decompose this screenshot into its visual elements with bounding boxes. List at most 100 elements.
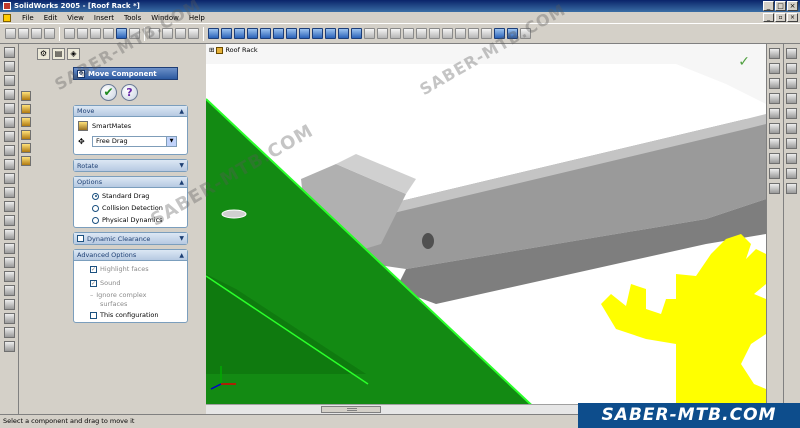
redo-icon[interactable] — [129, 28, 140, 39]
minimize-button[interactable]: _ — [763, 1, 774, 11]
curve-icon[interactable] — [4, 299, 15, 310]
menu-help[interactable]: Help — [184, 14, 210, 22]
expand-tree-icon[interactable]: ⊞ — [209, 46, 214, 54]
construction-icon[interactable] — [786, 183, 797, 194]
point-sketch-icon[interactable] — [786, 93, 797, 104]
shell-icon[interactable] — [4, 173, 15, 184]
rotate-component-icon[interactable] — [21, 130, 31, 140]
collapse-icon[interactable]: ▲ — [179, 179, 184, 186]
mirror-icon[interactable] — [4, 229, 15, 240]
mirror-sketch-icon[interactable] — [786, 153, 797, 164]
draft-icon[interactable] — [4, 201, 15, 212]
hidden-lines-icon[interactable] — [468, 28, 479, 39]
line-icon[interactable] — [769, 48, 780, 59]
menu-file[interactable]: File — [17, 14, 39, 22]
physical-dynamics-radio[interactable] — [92, 216, 99, 224]
insert-component-icon[interactable] — [21, 91, 31, 101]
undo-icon[interactable] — [116, 28, 127, 39]
print-icon[interactable] — [44, 28, 55, 39]
hole-icon[interactable] — [4, 215, 15, 226]
dynamic-clearance-header[interactable]: Dynamic Clearance ▼ — [74, 233, 187, 244]
spline-icon[interactable] — [769, 108, 780, 119]
menu-window[interactable]: Window — [146, 14, 184, 22]
view-normal-icon[interactable] — [299, 28, 310, 39]
rotate-view-icon[interactable] — [429, 28, 440, 39]
trim-icon[interactable] — [769, 123, 780, 134]
ignore-complex-option[interactable]: – Ignore complex — [78, 290, 183, 299]
add-relation-icon[interactable] — [786, 48, 797, 59]
property-manager-tab-icon[interactable]: ▤ — [52, 48, 65, 60]
zoom-fit-icon[interactable] — [377, 28, 388, 39]
fillet-sketch-icon[interactable] — [769, 183, 780, 194]
collision-detection-radio[interactable] — [92, 204, 99, 212]
view-left-icon[interactable] — [234, 28, 245, 39]
section-view-icon[interactable] — [520, 28, 531, 39]
rib-icon[interactable] — [4, 187, 15, 198]
shaded-edges-icon[interactable] — [494, 28, 505, 39]
previous-view-icon[interactable] — [364, 28, 375, 39]
this-configuration-option[interactable]: This configuration — [78, 309, 183, 321]
menu-edit[interactable]: Edit — [39, 14, 63, 22]
sketch-icon[interactable] — [4, 47, 15, 58]
revolve-icon[interactable] — [4, 89, 15, 100]
doc-restore-button[interactable]: ▫ — [775, 13, 786, 22]
weldment-icon[interactable] — [4, 341, 15, 352]
sound-checkbox[interactable]: ✓ — [90, 279, 97, 287]
chevron-down-icon[interactable]: ▼ — [166, 136, 176, 146]
collision-detection-option[interactable]: Collision Detection — [78, 202, 183, 214]
circle-icon[interactable] — [769, 78, 780, 89]
help-button[interactable]: ? — [121, 84, 138, 101]
move-group-header[interactable]: Move ▲ — [74, 106, 187, 117]
pattern-icon[interactable] — [4, 243, 15, 254]
polygon-icon[interactable] — [786, 123, 797, 134]
highlight-faces-option[interactable]: ✓ Highlight faces — [78, 263, 183, 275]
convert-icon[interactable] — [769, 153, 780, 164]
document-icon[interactable] — [3, 13, 11, 22]
zoom-area-icon[interactable] — [390, 28, 401, 39]
maximize-button[interactable]: □ — [775, 1, 786, 11]
view-link-icon[interactable] — [351, 28, 362, 39]
view-right-icon[interactable] — [247, 28, 258, 39]
zoom-selection-icon[interactable] — [416, 28, 427, 39]
interference-icon[interactable] — [21, 156, 31, 166]
ellipse-icon[interactable] — [786, 108, 797, 119]
surface-icon[interactable] — [4, 313, 15, 324]
menu-tools[interactable]: Tools — [119, 14, 146, 22]
confirmation-corner-check-icon[interactable]: ✓ — [738, 54, 750, 70]
view-top-icon[interactable] — [260, 28, 271, 39]
physical-dynamics-option[interactable]: Physical Dynamics — [78, 214, 183, 226]
menu-view[interactable]: View — [62, 14, 89, 22]
options-icon[interactable] — [175, 28, 186, 39]
ok-button[interactable]: ✔ — [100, 84, 117, 101]
pan-icon[interactable] — [442, 28, 453, 39]
move-component-icon[interactable] — [21, 117, 31, 127]
paste-icon[interactable] — [90, 28, 101, 39]
expand-icon[interactable]: ▼ — [179, 162, 184, 169]
view-front-icon[interactable] — [208, 28, 219, 39]
explode-icon[interactable] — [21, 143, 31, 153]
select-icon[interactable] — [149, 28, 160, 39]
open-icon[interactable] — [18, 28, 29, 39]
help-icon[interactable] — [188, 28, 199, 39]
view-two-icon[interactable] — [325, 28, 336, 39]
view-four-icon[interactable] — [338, 28, 349, 39]
standard-drag-radio[interactable] — [92, 192, 99, 200]
delete-icon[interactable] — [103, 28, 114, 39]
model-render[interactable] — [206, 44, 766, 414]
solidworks-app-icon[interactable] — [3, 2, 11, 10]
offset-icon[interactable] — [769, 138, 780, 149]
extend-icon[interactable] — [786, 168, 797, 179]
copy-icon[interactable] — [77, 28, 88, 39]
close-button[interactable]: × — [787, 1, 798, 11]
smartmates-row[interactable]: SmartMates — [78, 120, 183, 132]
smart-dimension-icon[interactable] — [4, 61, 15, 72]
centerline-icon[interactable] — [769, 168, 780, 179]
hidden-removed-icon[interactable] — [481, 28, 492, 39]
rotate-group-header[interactable]: Rotate ▼ — [74, 160, 187, 171]
cut-extrude-icon[interactable] — [4, 131, 15, 142]
view-iso-icon[interactable] — [286, 28, 297, 39]
feature-manager-tab-icon[interactable]: ⚙ — [37, 48, 50, 60]
shaded-icon[interactable] — [507, 28, 518, 39]
cut-icon[interactable] — [64, 28, 75, 39]
options-group-header[interactable]: Options ▲ — [74, 177, 187, 188]
